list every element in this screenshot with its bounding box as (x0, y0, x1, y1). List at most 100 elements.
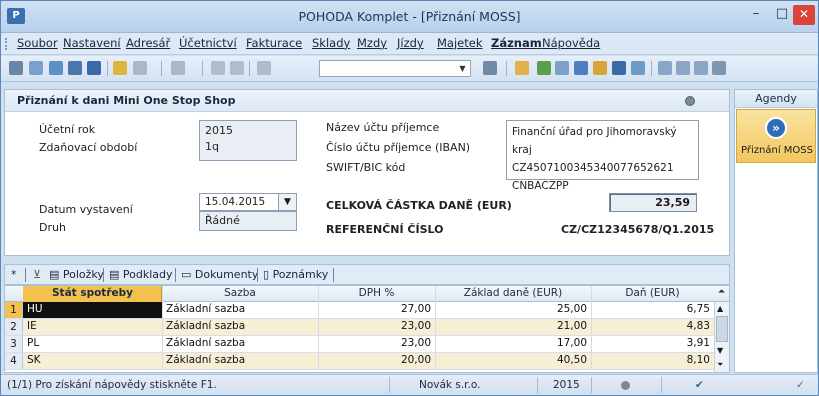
maximize-button[interactable]: □ (769, 5, 795, 25)
datum-vystaveni-input[interactable]: 15.04.2015 (199, 193, 279, 211)
tab-poznamky[interactable]: ▯ Poznámky (263, 268, 328, 281)
info-icon[interactable] (685, 96, 695, 106)
swift-label: SWIFT/BIC kód (326, 161, 406, 174)
minimize-button[interactable]: – (743, 5, 769, 25)
calendar-icon[interactable] (574, 61, 588, 75)
druh-label: Druh (39, 221, 66, 234)
menu-mzdy[interactable]: Mzdy (357, 36, 387, 50)
prijemce-box[interactable]: Finanční úřad pro Jihomoravský kraj CZ45… (506, 120, 699, 192)
back-arrow-icon[interactable] (171, 61, 185, 75)
print-preview-icon[interactable] (68, 61, 82, 75)
list-icon[interactable] (631, 61, 645, 75)
referencni-cislo-label: REFERENČNÍ ČÍSLO (326, 223, 444, 236)
filter-icon[interactable] (483, 61, 497, 75)
agendy-item-priznani-moss[interactable]: » Přiznání MOSS (736, 109, 816, 163)
menu-soubor[interactable]: Soubor (17, 36, 58, 50)
menu-adresar[interactable]: Adresář (126, 36, 170, 50)
cell-stat[interactable]: HU (27, 303, 43, 315)
menu-ucetnictvi[interactable]: Účetnictví (179, 36, 237, 50)
menu-sklady[interactable]: Sklady (312, 36, 350, 50)
status-info-icon[interactable] (621, 381, 630, 390)
referencni-cislo-value: CZ/CZ12345678/Q1.2015 (561, 223, 715, 236)
close-button[interactable]: ✕ (793, 5, 815, 25)
ok-check-icon[interactable]: ✓ (796, 379, 805, 391)
copy-record-icon[interactable] (49, 61, 63, 75)
cell-sazba[interactable]: Základní sazba (166, 354, 245, 366)
clipboard-icon[interactable] (257, 61, 271, 75)
grid-scrollbar[interactable]: ▲ ▼ ⏷ (714, 302, 729, 372)
date-dropdown-button[interactable]: ▼ (278, 193, 297, 211)
col-stat-spotreby[interactable]: Stát spotřeby (23, 287, 162, 299)
title-bar[interactable]: P POHODA Komplet - [Přiznání MOSS] – □ ✕ (1, 1, 818, 33)
cislo-uctu-label: Číslo účtu příjemce (IBAN) (326, 141, 471, 154)
cell-sazba[interactable]: Základní sazba (166, 337, 245, 349)
tab-podklady[interactable]: ▤ Podklady (109, 268, 173, 281)
print-icon[interactable] (87, 61, 101, 75)
people-icon[interactable] (593, 61, 607, 75)
menu-nastaveni[interactable]: Nastavení (63, 36, 121, 50)
chevron-down-icon[interactable]: ▼ (456, 62, 469, 75)
cell-stat[interactable]: SK (27, 354, 41, 366)
table-row[interactable]: 1 HU Základní sazba 27,00 25,00 6,75 (5, 302, 714, 319)
tab-polozky[interactable]: ▤ Položky (49, 268, 104, 281)
col-zaklad-dane[interactable]: Základ daně (EUR) (435, 287, 591, 299)
window-icon[interactable] (658, 61, 672, 75)
cell-sazba[interactable]: Základní sazba (166, 320, 245, 332)
cell-dph[interactable]: 20,00 (318, 354, 431, 366)
menu-majetek[interactable]: Majetek (437, 36, 482, 50)
table-icon[interactable] (555, 61, 569, 75)
scroll-bottom-icon[interactable]: ⏷ (717, 360, 723, 370)
menu-bar: Soubor Nastavení Adresář Účetnictví Fakt… (1, 33, 818, 55)
cell-zaklad[interactable]: 25,00 (435, 303, 587, 315)
save-icon[interactable] (211, 61, 225, 75)
table-row[interactable]: 4 SK Základní sazba 20,00 40,50 8,10 (5, 353, 714, 370)
cell-zaklad[interactable]: 21,00 (435, 320, 587, 332)
cell-dan[interactable]: 4,83 (591, 320, 710, 332)
menu-zaznam[interactable]: Záznam (491, 36, 542, 50)
menu-jizdy[interactable]: Jízdy (397, 36, 424, 50)
new-record-icon[interactable] (29, 61, 43, 75)
folder-icon[interactable] (113, 61, 127, 75)
cell-dph[interactable]: 23,00 (318, 337, 431, 349)
filter-tab-icon[interactable]: ⊻ (33, 268, 41, 281)
cell-stat[interactable]: IE (27, 320, 37, 332)
col-dan[interactable]: Daň (EUR) (591, 287, 714, 299)
bank-icon[interactable] (612, 61, 626, 75)
table-row[interactable]: 3 PL Základní sazba 23,00 17,00 3,91 (5, 336, 714, 353)
cell-dan[interactable]: 8,10 (591, 354, 710, 366)
cell-stat[interactable]: PL (27, 337, 39, 349)
cell-dan[interactable]: 3,91 (591, 337, 710, 349)
window-split-icon[interactable] (676, 61, 690, 75)
toolbar-separator (161, 61, 162, 76)
basket-icon[interactable] (515, 61, 529, 75)
scroll-up-icon[interactable]: ▲ (717, 304, 723, 313)
cell-dph[interactable]: 23,00 (318, 320, 431, 332)
tab-separator (333, 268, 334, 282)
col-dph[interactable]: DPH % (318, 287, 435, 299)
menu-napoveda[interactable]: Nápověda (542, 36, 600, 50)
diamond-icon[interactable] (537, 61, 551, 75)
scroll-top-icon[interactable]: ⏶ (714, 287, 729, 297)
help-icon[interactable] (712, 61, 726, 75)
table-row[interactable]: 2 IE Základní sazba 23,00 21,00 4,83 (5, 319, 714, 336)
window-list-icon[interactable] (694, 61, 708, 75)
cell-dan[interactable]: 6,75 (591, 303, 710, 315)
column-divider (591, 286, 592, 370)
save-as-icon[interactable] (230, 61, 244, 75)
tab-star[interactable]: * (11, 268, 17, 281)
cell-zaklad[interactable]: 17,00 (435, 337, 587, 349)
edit-pen-icon[interactable]: ✔ (695, 379, 704, 391)
tab-dokumenty[interactable]: ▭ Dokumenty (181, 268, 258, 281)
col-sazba[interactable]: Sazba (162, 287, 318, 299)
cell-dph[interactable]: 27,00 (318, 303, 431, 315)
column-divider (435, 286, 436, 370)
scrollbar-thumb[interactable] (716, 316, 728, 342)
check-icon[interactable] (133, 61, 147, 75)
cell-zaklad[interactable]: 40,50 (435, 354, 587, 366)
scroll-down-icon[interactable]: ▼ (717, 346, 723, 355)
menu-grip-icon (5, 38, 7, 50)
column-divider (318, 286, 319, 370)
search-combo[interactable]: ▼ (319, 60, 471, 77)
menu-fakturace[interactable]: Fakturace (246, 36, 302, 50)
cell-sazba[interactable]: Základní sazba (166, 303, 245, 315)
